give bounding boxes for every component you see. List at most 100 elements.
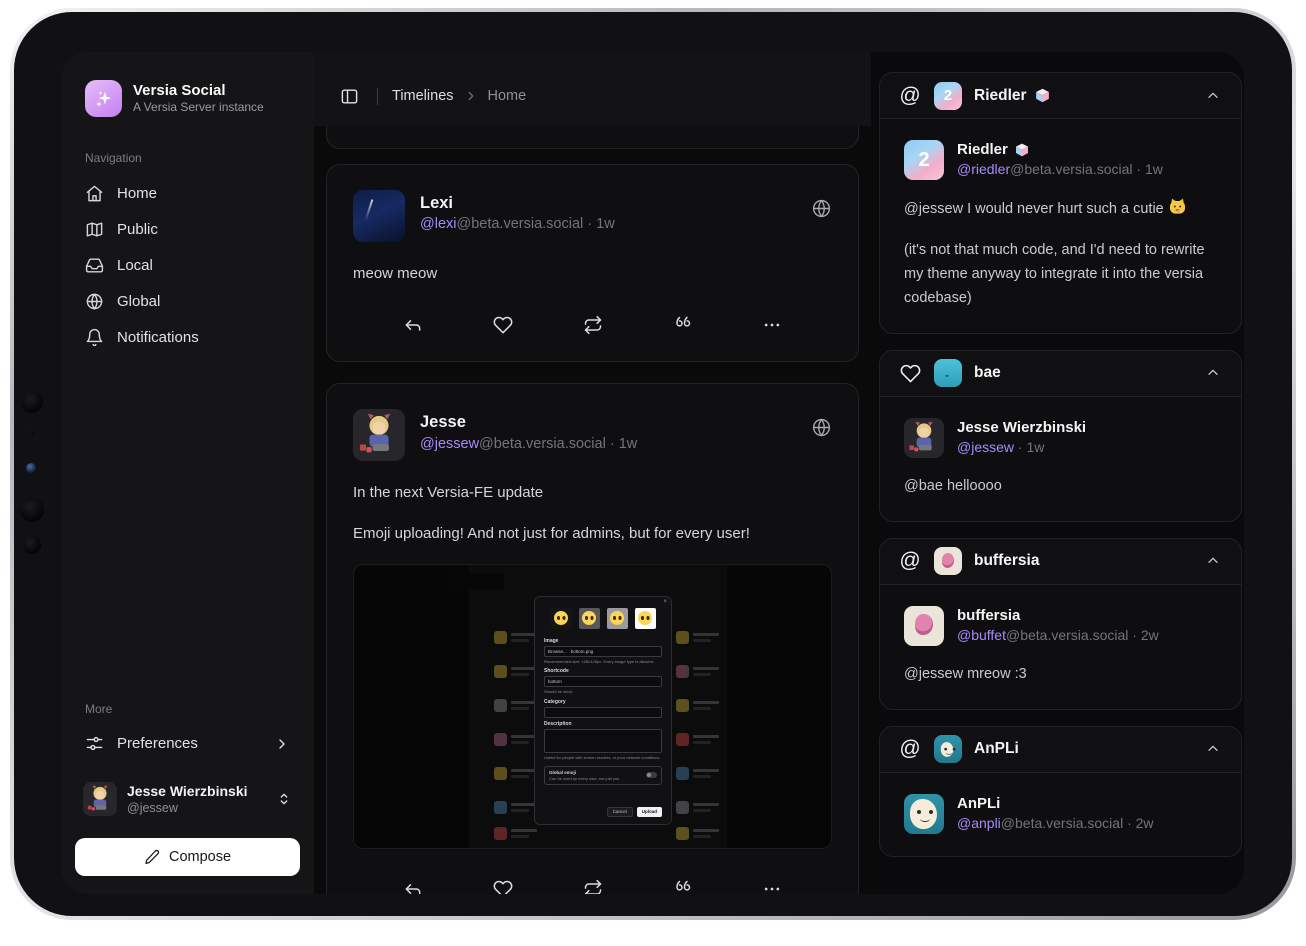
sidebar-item-public[interactable]: Public [75,211,300,247]
brand[interactable]: Versia Social A Versia Server instance [75,80,300,117]
sidebar-item-home[interactable]: Home [75,175,300,211]
sidebar-item-global[interactable]: Global [75,283,300,319]
avatar[interactable]: 2 [904,140,944,180]
shortcode-help-text: Should be short. [544,689,662,695]
visibility-globe-icon[interactable] [811,190,832,219]
more-options-button[interactable] [758,311,786,339]
post-card[interactable]: Lexi @lexi@beta.versia.social · 1w meow … [326,164,859,362]
notification-timestamp: 2w [1136,815,1154,831]
reply-button[interactable] [399,875,427,894]
timeline-scroll[interactable]: Lexi @lexi@beta.versia.social · 1w meow … [314,52,871,894]
dim-emoji-row [494,699,537,712]
account-switcher[interactable]: Jesse Wierzbinski @jessew [75,776,300,822]
sidebar-item-notifications[interactable]: Notifications [75,319,300,355]
timeline-header: Timelines Home [314,52,871,126]
post-actions [353,875,832,894]
meta-separator: · [1136,161,1141,177]
post-author-domain: @beta.versia.social [456,216,583,232]
avatar[interactable] [904,794,944,834]
dim-emoji-row [494,767,537,780]
more-section-label: More [75,702,300,716]
notification-author-name[interactable]: buffersia [957,606,1020,626]
chevron-up-icon[interactable] [1203,551,1223,571]
compose-label: Compose [169,849,231,865]
notification-author-name[interactable]: Riedler [957,140,1008,160]
breadcrumb: Timelines Home [392,88,526,104]
sidebar: Versia Social A Versia Server instance N… [61,52,314,894]
more-options-button[interactable] [758,875,786,894]
notification-author-name[interactable]: AnPLi [957,794,1000,814]
meta-separator: · [587,216,592,232]
dim-emoji-row [676,665,719,678]
emoji-upload-modal: × Image Browse... bot [534,596,672,825]
avatar [934,547,962,575]
mention-at-icon: @ [898,84,922,108]
attachment-dim-block [448,573,504,589]
like-button[interactable] [489,311,517,339]
notification-body[interactable]: 2 Riedler @riedler@beta.versia.social · … [880,119,1241,333]
image-field-label: Image [544,638,662,644]
notification-body[interactable]: Jesse Wierzbinski @jessew · 1w @bae hell… [880,397,1241,521]
sidebar-item-local[interactable]: Local [75,247,300,283]
post-author-name[interactable]: Jesse [420,412,796,433]
notification-content: @jessew mreow :3 [904,663,1217,687]
notification-header[interactable]: @ 2 Riedler [880,73,1241,119]
post-timestamp: 1w [596,216,615,232]
notification-body[interactable]: AnPLi @anpli@beta.versia.social · 2w [880,773,1241,856]
chevrons-up-down-icon [276,791,292,807]
post-image-attachment[interactable]: × Image Browse... bot [353,564,832,849]
avatar[interactable] [904,606,944,646]
post-author-handle[interactable]: @jessew [420,436,479,452]
sidebar-toggle-button[interactable] [336,83,363,110]
notification-body[interactable]: buffersia @buffet@beta.versia.social · 2… [880,585,1241,709]
camera-lens [23,536,41,554]
preferences-item[interactable]: Preferences [75,726,300,762]
notification-author-handle[interactable]: @jessew [957,439,1014,455]
notification-header[interactable]: @ buffersia [880,539,1241,585]
avatar[interactable] [353,409,405,461]
post-card[interactable]: Jesse @jessew@beta.versia.social · 1w In… [326,383,859,894]
cube-emoji [1034,87,1051,104]
chevron-up-icon[interactable] [1203,86,1223,106]
breadcrumb-home[interactable]: Home [488,88,527,104]
like-button[interactable] [489,875,517,894]
avatar[interactable] [353,190,405,242]
sidebar-item-label: Public [117,221,158,238]
avatar: 2 [934,82,962,110]
chevron-up-icon[interactable] [1203,363,1223,383]
timeline-column: Lexi @lexi@beta.versia.social · 1w meow … [314,52,871,894]
camera-sensor [26,463,36,473]
dim-emoji-row [676,699,719,712]
notification-author-domain: @beta.versia.social [1010,161,1132,177]
notifications-column[interactable]: @ 2 Riedler 2 Riedler [871,52,1244,894]
notification-author-handle[interactable]: @anpli [957,815,1001,831]
meta-separator: · [1127,815,1132,831]
global-emoji-setting: Global emoji Can be used by every user, … [544,766,662,785]
dim-emoji-row [494,733,537,746]
notification-header[interactable]: bae [880,351,1241,397]
chevron-up-icon[interactable] [1203,739,1223,759]
post-author-name[interactable]: Lexi [420,193,796,214]
post-author-handle[interactable]: @lexi [420,216,456,232]
notification-header[interactable]: @ AnPLi [880,727,1241,773]
compose-button[interactable]: Compose [75,838,300,876]
notification-author-handle[interactable]: @riedler [957,161,1010,177]
sidebar-item-label: Global [117,293,160,310]
emoji-preview-white [635,608,656,629]
boost-button[interactable] [579,311,607,339]
device-bezel: Versia Social A Versia Server instance N… [14,12,1292,916]
notification-content: @jessew I would never hurt such a cutie [904,197,1217,222]
boost-button[interactable] [579,875,607,894]
pleading-emoji [638,611,652,625]
notification-author-handle[interactable]: @buffet [957,627,1006,643]
browse-button: Browse... [548,649,567,654]
quote-button[interactable] [668,875,696,894]
emoji-preview-swatches [544,608,662,629]
reply-button[interactable] [399,311,427,339]
breadcrumb-timelines[interactable]: Timelines [392,88,454,104]
quote-button[interactable] [668,311,696,339]
emoji-preview-lightgray [607,608,628,629]
notification-author-name[interactable]: Jesse Wierzbinski [957,418,1086,438]
avatar[interactable] [904,418,944,458]
visibility-globe-icon[interactable] [811,409,832,438]
